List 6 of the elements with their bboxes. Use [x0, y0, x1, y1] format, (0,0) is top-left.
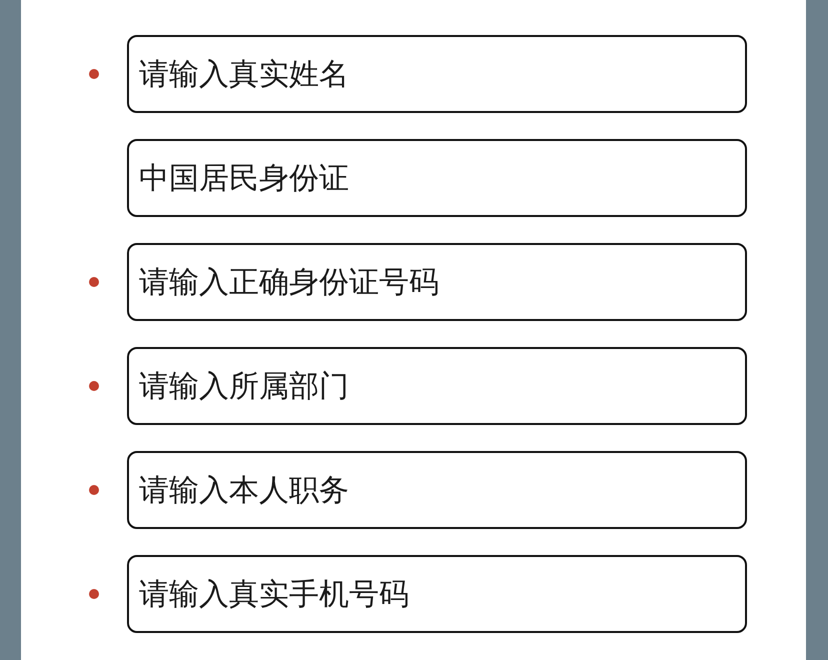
input-field[interactable]: 请输入真实姓名 — [127, 35, 747, 113]
id-type-field[interactable]: 中国居民身份证 — [127, 139, 747, 217]
input-field[interactable]: 请输入本人职务 — [127, 451, 747, 529]
input-field[interactable]: 请输入正确身份证号码 — [127, 243, 747, 321]
input-field[interactable]: 请输入真实手机号码 — [127, 555, 747, 633]
input-field[interactable]: 请输入所属部门 — [127, 347, 747, 425]
